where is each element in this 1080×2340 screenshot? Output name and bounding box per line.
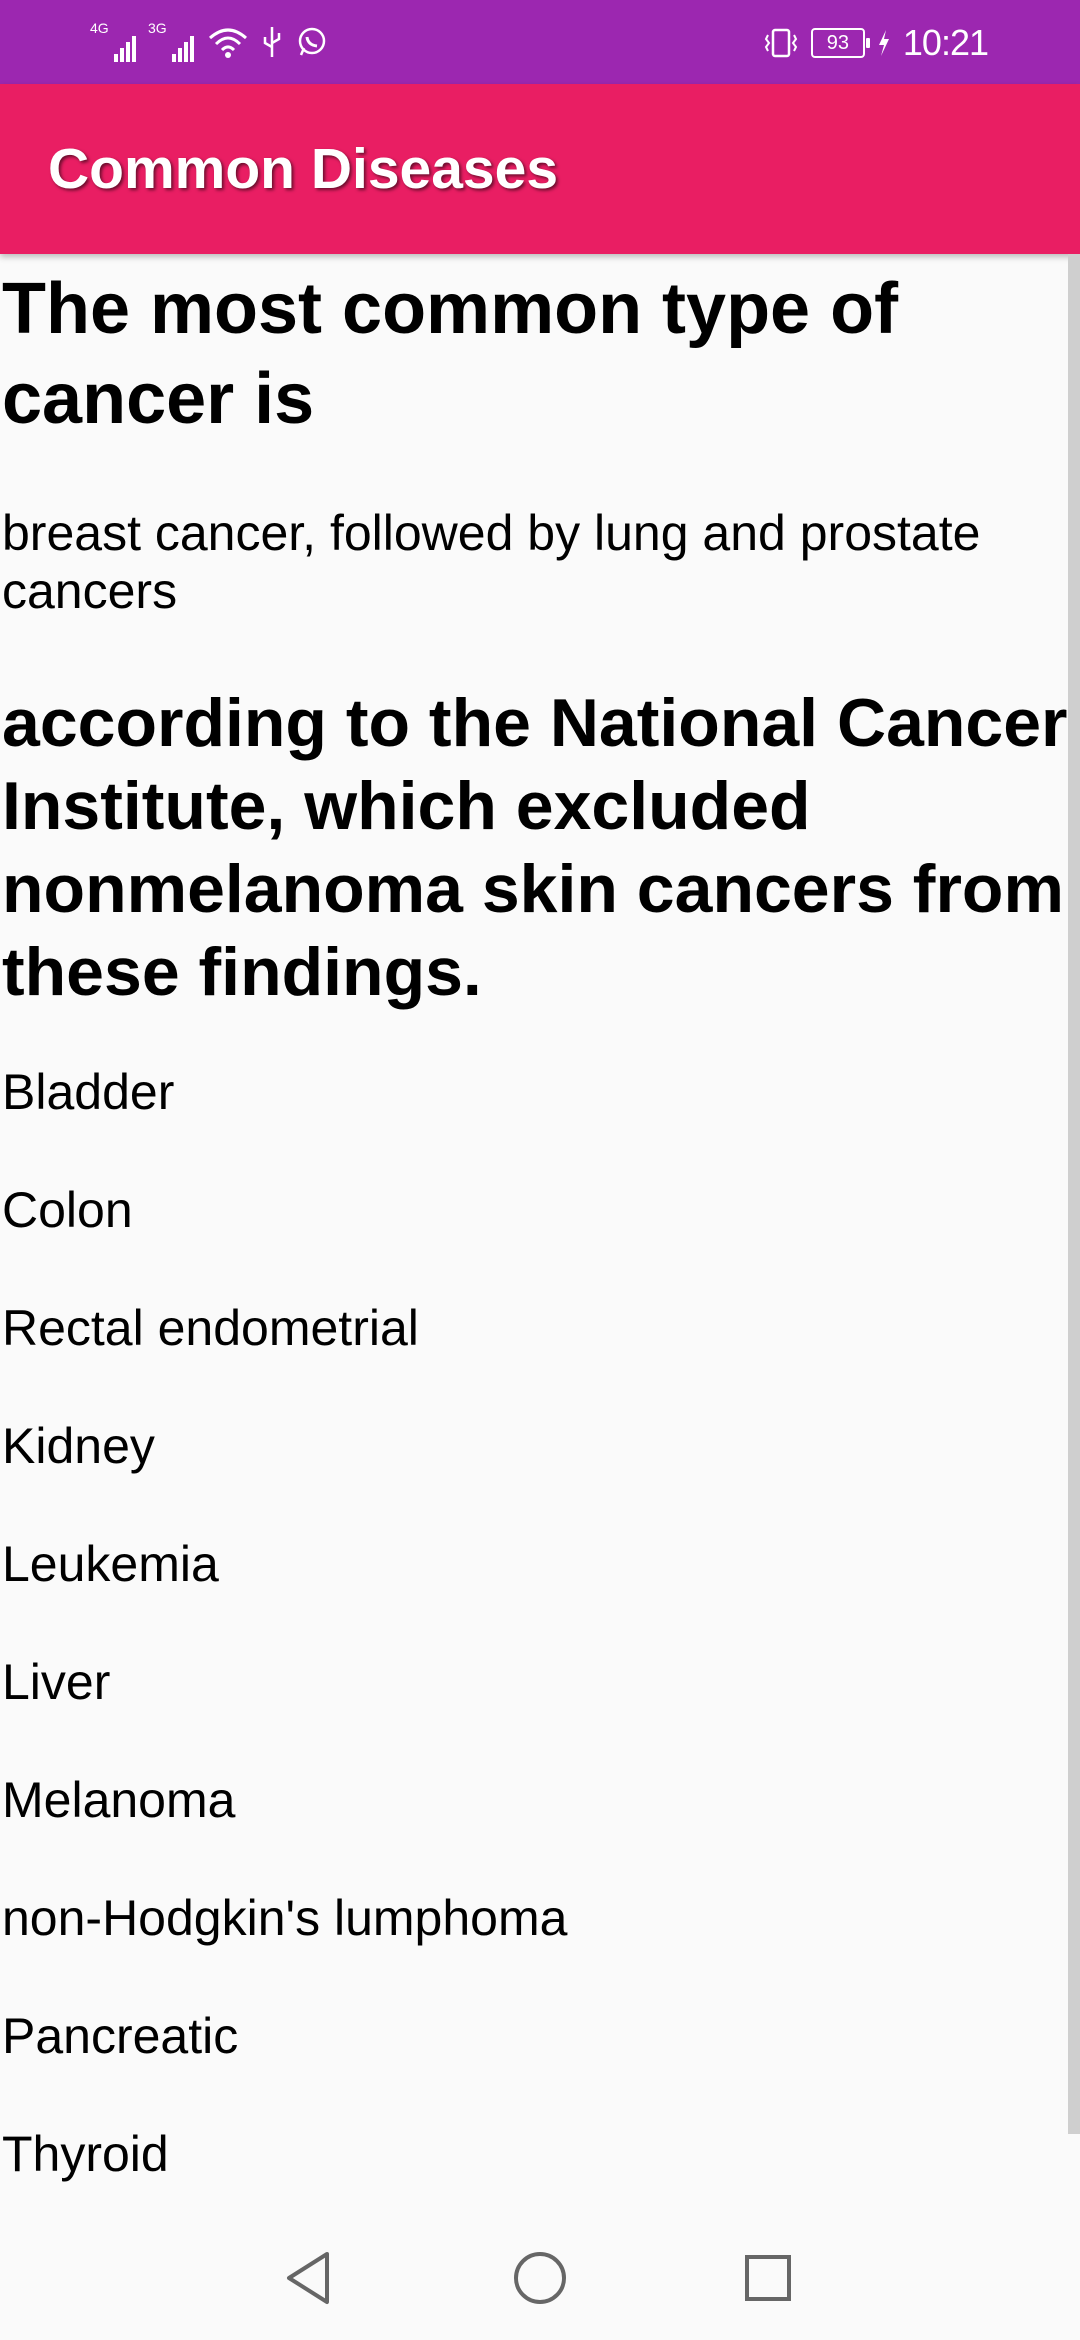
scrollbar[interactable] bbox=[1068, 254, 1080, 2134]
answer-text: breast cancer, followed by lung and pros… bbox=[2, 505, 981, 619]
signal-icon: 3G bbox=[148, 20, 194, 62]
list-item: Leukemia bbox=[2, 1536, 219, 1592]
usb-icon bbox=[263, 27, 281, 57]
battery-level: 93 bbox=[826, 31, 850, 54]
battery-icon: 93 bbox=[810, 28, 870, 58]
back-button[interactable] bbox=[268, 2238, 348, 2318]
wifi-icon bbox=[209, 28, 247, 58]
list-item: non-Hodgkin's lumphoma bbox=[2, 1890, 568, 1946]
question-heading: The most common type of cancer is bbox=[2, 269, 899, 439]
disease-list: Bladder Colon Rectal endometrial Kidney … bbox=[0, 1062, 1068, 2214]
list-item: Rectal endometrial bbox=[2, 1300, 419, 1356]
recents-icon bbox=[745, 2255, 791, 2301]
vibrate-icon bbox=[764, 28, 798, 58]
recents-button[interactable] bbox=[728, 2238, 808, 2318]
list-item: Thyroid bbox=[2, 2126, 169, 2182]
list-item: Kidney bbox=[2, 1418, 155, 1474]
network-type-label: 4G bbox=[90, 20, 109, 36]
list-item: Bladder bbox=[2, 1064, 175, 1120]
status-left-icons: 4G 3G bbox=[90, 20, 328, 62]
status-time: 10:21 bbox=[902, 22, 989, 63]
whatsapp-icon bbox=[298, 27, 326, 56]
app-bar: Common Diseases bbox=[0, 84, 1080, 254]
app-title: Common Diseases bbox=[48, 137, 559, 201]
signal-icon: 4G bbox=[90, 20, 136, 62]
list-item: Pancreatic bbox=[2, 2008, 239, 2064]
content-scroll-area[interactable]: The most common type of cancer is breast… bbox=[0, 254, 1068, 2214]
charging-icon bbox=[878, 30, 889, 56]
home-icon bbox=[514, 2252, 566, 2304]
list-item: Melanoma bbox=[2, 1772, 236, 1828]
home-button[interactable] bbox=[500, 2238, 580, 2318]
list-item: Liver bbox=[2, 1654, 111, 1710]
source-heading: according to the National Cancer Institu… bbox=[2, 685, 1068, 1010]
back-icon bbox=[287, 2252, 329, 2304]
status-bar: 4G 3G 93 10:21 bbox=[0, 0, 1080, 84]
network-type-label: 3G bbox=[148, 20, 167, 36]
status-right-icons: 93 10:21 bbox=[763, 22, 989, 64]
list-item: Colon bbox=[2, 1182, 133, 1238]
navigation-bar bbox=[0, 2214, 1080, 2340]
